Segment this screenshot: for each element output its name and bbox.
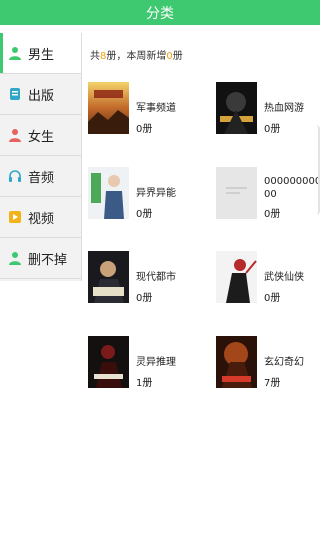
category-sidebar: 男生 出版 女生 音频 视频 删不掉 (0, 33, 82, 281)
book-icon (8, 87, 22, 101)
sidebar-item-label: 视频 (28, 211, 55, 227)
sidebar-item-audio[interactable]: 音频 (0, 156, 81, 197)
person-icon (8, 46, 22, 60)
category-item[interactable]: 军事频道 0册 (88, 82, 208, 135)
sidebar-item-label: 出版 (28, 88, 55, 104)
book-cover (216, 82, 257, 134)
page-title: 分类 (146, 5, 174, 22)
summary-suffix: 册 (172, 51, 183, 62)
category-count: 0册 (136, 293, 153, 304)
category-item[interactable]: 武侠仙侠 0册 (216, 251, 320, 304)
category-name: 玄幻奇幻 (264, 357, 304, 368)
category-name: 异界异能 (136, 188, 176, 199)
headphones-icon (8, 169, 22, 183)
summary-prefix: 共 (90, 51, 100, 62)
play-icon (8, 210, 22, 224)
scroll-indicator (316, 125, 320, 215)
category-item[interactable]: 现代都市 0册 (88, 251, 208, 304)
category-count: 0册 (264, 293, 281, 304)
sidebar-item-undeletable[interactable]: 删不掉 (0, 238, 81, 279)
book-cover (88, 336, 129, 388)
book-cover (88, 251, 129, 303)
person-icon (8, 251, 22, 265)
person-icon (8, 128, 22, 142)
sidebar-item-publish[interactable]: 出版 (0, 74, 81, 115)
category-item[interactable]: 0000000000000 0册 (216, 167, 320, 220)
category-name: 0000000000000 (264, 176, 320, 200)
category-count: 0册 (264, 124, 281, 135)
sidebar-item-female[interactable]: 女生 (0, 115, 81, 156)
category-count: 1册 (136, 378, 153, 389)
category-content: 共8册，本周新增0册 军事频道 0册 热血网游 0册 异界异能 0册 00000… (82, 33, 320, 550)
sidebar-item-label: 音频 (28, 170, 55, 186)
sidebar-item-label: 女生 (28, 129, 55, 145)
book-cover (88, 167, 129, 219)
summary-middle: 册，本周新增 (106, 51, 167, 62)
category-count: 0册 (136, 124, 153, 135)
category-item[interactable]: 灵异推理 1册 (88, 336, 208, 389)
book-summary: 共8册，本周新增0册 (90, 47, 183, 62)
category-name: 武侠仙侠 (264, 272, 304, 283)
title-bar: 分类 (0, 0, 320, 25)
book-cover (216, 336, 257, 388)
sidebar-item-video[interactable]: 视频 (0, 197, 81, 238)
category-item[interactable]: 玄幻奇幻 7册 (216, 336, 320, 389)
sidebar-item-label: 删不掉 (28, 252, 68, 268)
category-item[interactable]: 异界异能 0册 (88, 167, 208, 220)
category-count: 0册 (136, 209, 153, 220)
sidebar-item-label: 男生 (28, 47, 55, 63)
category-name: 热血网游 (264, 103, 304, 114)
category-count: 0册 (264, 209, 281, 220)
book-cover (216, 251, 257, 303)
book-cover (216, 167, 257, 219)
sidebar-item-male[interactable]: 男生 (0, 33, 81, 74)
category-item[interactable]: 热血网游 0册 (216, 82, 320, 135)
category-name: 军事频道 (136, 103, 176, 114)
category-name: 现代都市 (136, 272, 176, 283)
book-cover (88, 82, 129, 134)
category-name: 灵异推理 (136, 357, 176, 368)
category-count: 7册 (264, 378, 281, 389)
